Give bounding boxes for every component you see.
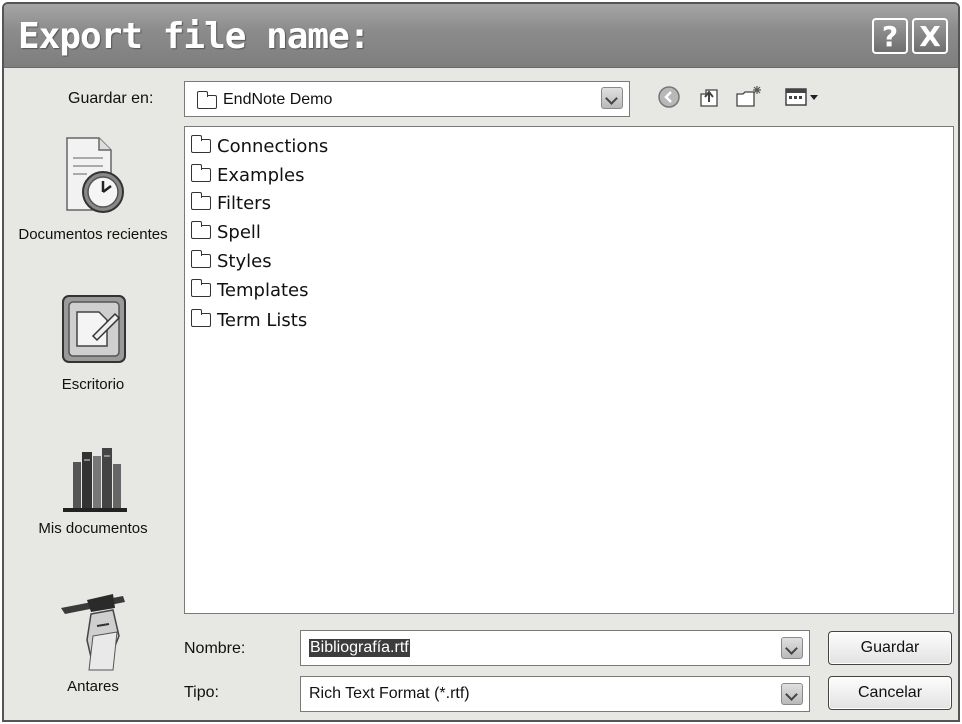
save-in-dropdown[interactable]: EndNote Demo xyxy=(184,81,630,117)
chevron-down-icon[interactable] xyxy=(781,637,803,659)
folder-icon xyxy=(190,279,211,297)
folder-icon xyxy=(190,221,211,239)
list-item[interactable]: Term Lists xyxy=(190,307,307,333)
place-label: Mis documentos xyxy=(38,520,148,537)
recent-documents-icon xyxy=(66,137,124,213)
new-folder-icon[interactable] xyxy=(734,84,764,110)
save-button[interactable]: Guardar xyxy=(828,631,952,665)
file-type-value: Rich Text Format (*.rtf) xyxy=(309,685,470,702)
folder-icon xyxy=(190,135,211,153)
file-name-value: Bibliografía.rtf xyxy=(309,639,410,657)
place-label: Documentos recientes xyxy=(18,226,168,243)
place-label: Antares xyxy=(67,678,119,695)
file-list[interactable]: Connections Examples Filters Spell Style… xyxy=(184,126,954,614)
title-bar[interactable]: Export file name: ? X xyxy=(4,4,958,68)
export-file-dialog: Export file name: ? X Guardar en: EndNot… xyxy=(2,2,960,722)
folder-icon xyxy=(196,91,217,109)
dialog-title: Export file name: xyxy=(18,16,370,57)
place-recent-documents[interactable]: Documentos recientes xyxy=(16,134,170,244)
save-in-value: EndNote Demo xyxy=(223,91,333,108)
chevron-down-icon[interactable] xyxy=(781,683,803,705)
view-menu-icon[interactable] xyxy=(782,84,822,110)
my-documents-icon xyxy=(63,448,127,512)
close-button[interactable]: X xyxy=(912,18,948,54)
place-label: Escritorio xyxy=(61,376,125,393)
file-name-input[interactable]: Bibliografía.rtf xyxy=(300,630,810,666)
list-item[interactable]: Filters xyxy=(190,190,271,216)
folder-icon xyxy=(190,250,211,268)
folder-icon xyxy=(190,309,211,327)
chevron-down-icon[interactable] xyxy=(601,87,623,109)
cancel-button[interactable]: Cancelar xyxy=(828,676,952,710)
list-item[interactable]: Examples xyxy=(190,162,304,188)
user-avatar-icon xyxy=(61,594,125,671)
folder-icon xyxy=(190,164,211,182)
back-icon[interactable] xyxy=(656,84,682,110)
place-desktop[interactable]: Escritorio xyxy=(16,286,170,394)
up-folder-icon[interactable] xyxy=(696,84,722,110)
desktop-icon xyxy=(62,295,126,363)
help-button[interactable]: ? xyxy=(872,18,908,54)
save-in-label: Guardar en: xyxy=(68,90,154,107)
file-name-label: Nombre: xyxy=(184,640,246,657)
list-item[interactable]: Spell xyxy=(190,219,261,245)
file-type-select[interactable]: Rich Text Format (*.rtf) xyxy=(300,676,810,712)
list-item[interactable]: Styles xyxy=(190,248,272,274)
file-type-label: Tipo: xyxy=(184,684,219,701)
places-bar: Documentos recientes Escritorio Mis docu… xyxy=(16,124,170,716)
place-my-documents[interactable]: Mis documentos xyxy=(16,442,170,538)
place-user-antares[interactable]: Antares xyxy=(16,586,170,696)
folder-icon xyxy=(190,192,211,210)
list-item[interactable]: Templates xyxy=(190,277,309,303)
list-item[interactable]: Connections xyxy=(190,133,328,159)
